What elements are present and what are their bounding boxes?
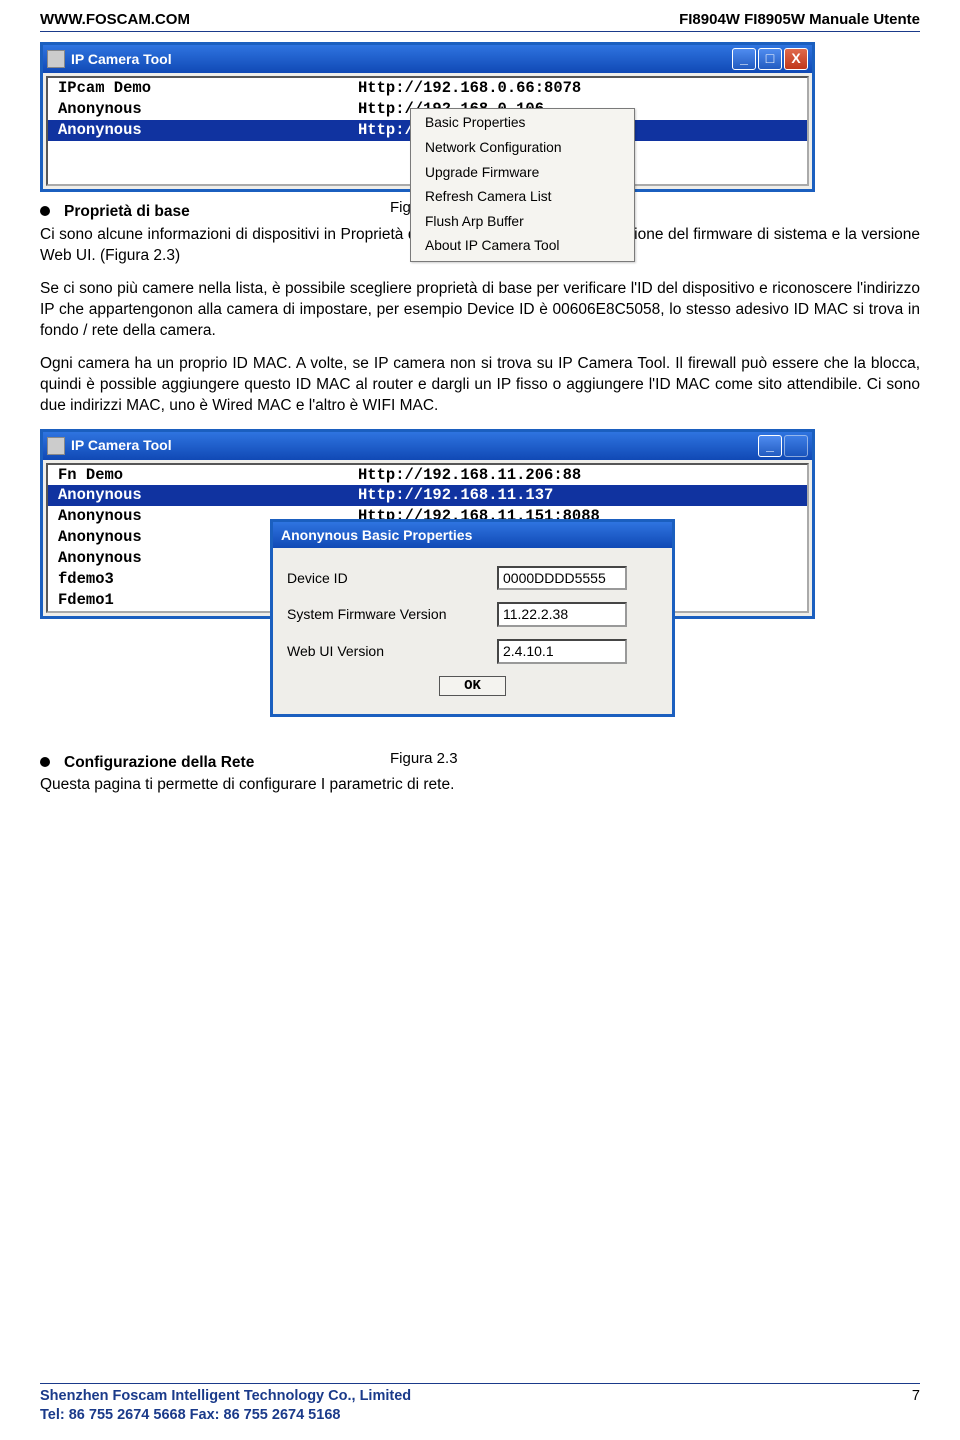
app-icon [47,50,65,68]
context-menu-item[interactable]: Network Configuration [411,136,634,161]
ok-button[interactable]: OK [439,676,506,696]
minimize-button[interactable]: _ [732,48,756,70]
dialog-title: Anonynous Basic Properties [273,522,672,548]
device-name: Anonynous [48,485,348,506]
bullet-icon [40,757,50,767]
device-row[interactable]: Fn DemoHttp://192.168.11.206:88 [48,465,807,486]
context-menu-item[interactable]: Basic Properties [411,111,634,136]
device-row[interactable]: AnonynousHttp://192.168.11.137 [48,485,807,506]
para-basic-3: Ogni camera ha un proprio ID MAC. A volt… [40,354,920,417]
dialog-field: Device ID0000DDDD5555 [287,566,658,591]
device-name: Fn Demo [48,465,348,486]
page-header: WWW.FOSCAM.COM FI8904W FI8905W Manuale U… [40,10,920,32]
section-heading-basic-properties: Proprietà di base [40,202,250,223]
device-url: Http://192.168.0.66:8078 [348,78,807,99]
dialog-field-label: System Firmware Version [287,605,497,624]
device-name: Anonynous [48,120,348,141]
bullet-icon [40,206,50,216]
context-menu: Basic PropertiesNetwork ConfigurationUpg… [410,108,635,262]
context-menu-item[interactable]: Flush Arp Buffer [411,210,634,235]
minimize-button[interactable]: _ [758,435,782,457]
context-menu-item[interactable]: Upgrade Firmware [411,161,634,186]
app-icon [47,437,65,455]
dialog-field: Web UI Version2.4.10.1 [287,639,658,664]
maximize-button[interactable]: □ [758,48,782,70]
header-url: WWW.FOSCAM.COM [40,10,190,30]
header-title: FI8904W FI8905W Manuale Utente [679,10,920,30]
context-menu-item[interactable]: Refresh Camera List [411,185,634,210]
window-title: IP Camera Tool [71,50,172,69]
footer-company: Shenzhen Foscam Intelligent Technology C… [40,1387,411,1407]
context-menu-item[interactable]: About IP Camera Tool [411,234,634,259]
dialog-field-label: Device ID [287,569,497,588]
para-network: Questa pagina ti permette di configurare… [40,775,920,796]
dialog-field: System Firmware Version11.22.2.38 [287,602,658,627]
window-titlebar: IP Camera Tool _ □ X [43,45,812,73]
figure-1: IP Camera Tool _ □ X IPcam DemoHttp://19… [40,42,920,192]
footer-contact: Tel: 86 755 2674 5668 Fax: 86 755 2674 5… [40,1406,411,1426]
figure-caption-2-3: Figura 2.3 [390,750,458,767]
window-button-placeholder [784,435,808,457]
figure-2: IP Camera Tool _ Fn DemoHttp://192.168.1… [40,429,920,739]
basic-properties-dialog: Anonynous Basic Properties Device ID0000… [270,519,675,718]
dialog-field-value: 2.4.10.1 [497,639,627,664]
dialog-field-value: 0000DDDD5555 [497,566,627,591]
page-number: 7 [912,1387,920,1426]
window-titlebar-2: IP Camera Tool _ [43,432,812,460]
page-footer: Shenzhen Foscam Intelligent Technology C… [40,1383,920,1426]
device-name: Anonynous [48,99,348,120]
dialog-body: Device ID0000DDDD5555System Firmware Ver… [273,548,672,715]
section-heading-network-config: Configurazione della Rete [40,753,320,774]
dialog-field-label: Web UI Version [287,642,497,661]
dialog-field-value: 11.22.2.38 [497,602,627,627]
close-button[interactable]: X [784,48,808,70]
window-title-2: IP Camera Tool [71,436,172,455]
device-name: IPcam Demo [48,78,348,99]
device-url: Http://192.168.11.137 [348,485,807,506]
device-url: Http://192.168.11.206:88 [348,465,807,486]
device-row[interactable]: IPcam DemoHttp://192.168.0.66:8078 [48,78,807,99]
para-basic-2: Se ci sono più camere nella lista, è pos… [40,279,920,342]
